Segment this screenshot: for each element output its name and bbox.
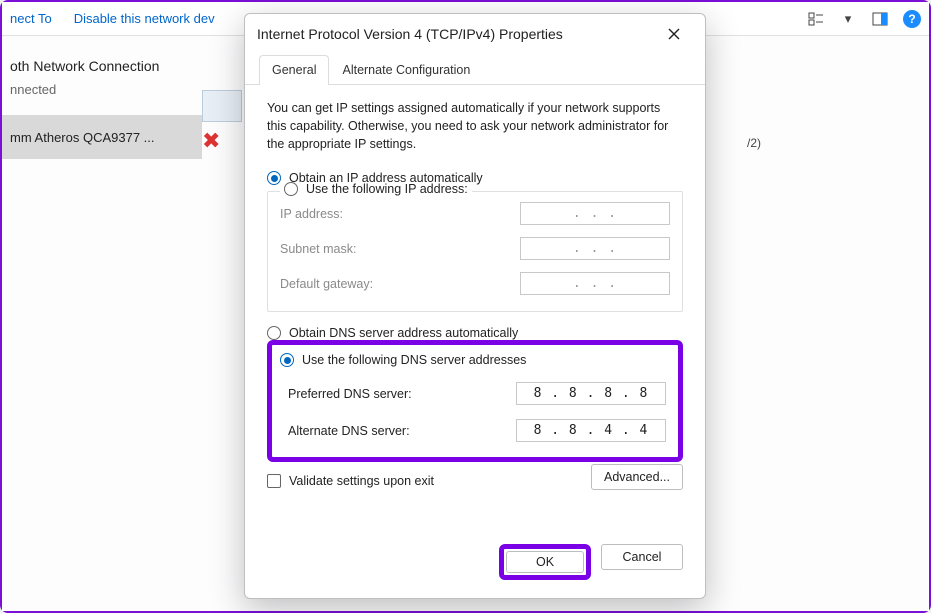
toolbar-disable-device[interactable]: Disable this network dev [74, 11, 215, 26]
subnet-mask-input: . . . [520, 237, 670, 260]
radio-icon [280, 353, 294, 367]
network-adapter-icon [202, 90, 242, 122]
connection-status: nnected [2, 74, 202, 115]
default-gateway-input: . . . [520, 272, 670, 295]
radio-dns-manual-label: Use the following DNS server addresses [302, 353, 526, 367]
radio-icon [284, 182, 298, 196]
dialog-title: Internet Protocol Version 4 (TCP/IPv4) P… [257, 26, 563, 42]
intro-text: You can get IP settings assigned automat… [267, 99, 683, 153]
help-icon[interactable]: ? [903, 10, 921, 28]
dialog-footer: OK Cancel [245, 530, 705, 598]
cancel-button[interactable]: Cancel [601, 544, 683, 570]
close-button[interactable] [655, 19, 693, 49]
ipv4-properties-dialog: Internet Protocol Version 4 (TCP/IPv4) P… [244, 13, 706, 599]
ok-highlight: OK [499, 544, 591, 580]
chevron-down-icon[interactable]: ▾ [839, 10, 857, 28]
truncated-text-fragment: /2) [747, 136, 761, 150]
radio-icon [267, 171, 281, 185]
dialog-tabstrip: General Alternate Configuration [245, 54, 705, 85]
ip-manual-group: Use the following IP address: IP address… [267, 191, 683, 312]
selected-adapter-row[interactable]: mm Atheros QCA9377 ... [2, 115, 202, 159]
connection-name: oth Network Connection [2, 58, 202, 74]
dns-manual-highlight: Use the following DNS server addresses P… [267, 340, 683, 462]
alternate-dns-label: Alternate DNS server: [288, 424, 410, 438]
ip-address-label: IP address: [280, 207, 343, 221]
default-gateway-label: Default gateway: [280, 277, 373, 291]
view-options-icon[interactable] [807, 10, 825, 28]
adapter-label: mm Atheros QCA9377 ... [10, 130, 155, 145]
ok-button[interactable]: OK [506, 551, 584, 573]
tab-alternate-configuration[interactable]: Alternate Configuration [329, 55, 483, 85]
alternate-dns-input[interactable]: 8 . 8 . 4 . 4 [516, 419, 666, 442]
radio-icon [267, 326, 281, 340]
radio-ip-manual-label: Use the following IP address: [306, 182, 468, 196]
preview-pane-icon[interactable] [871, 10, 889, 28]
advanced-button[interactable]: Advanced... [591, 464, 683, 490]
ip-address-input: . . . [520, 202, 670, 225]
subnet-mask-label: Subnet mask: [280, 242, 356, 256]
tab-general[interactable]: General [259, 55, 329, 85]
disabled-x-icon: ✖ [202, 128, 226, 154]
radio-dns-auto-label: Obtain DNS server address automatically [289, 326, 518, 340]
preferred-dns-input[interactable]: 8 . 8 . 8 . 8 [516, 382, 666, 405]
radio-dns-manual[interactable]: Use the following DNS server addresses [280, 351, 670, 375]
radio-ip-manual[interactable]: Use the following IP address: [280, 182, 472, 196]
toolbar-connect-to[interactable]: nect To [10, 11, 52, 26]
preferred-dns-label: Preferred DNS server: [288, 387, 412, 401]
dialog-titlebar: Internet Protocol Version 4 (TCP/IPv4) P… [245, 14, 705, 54]
